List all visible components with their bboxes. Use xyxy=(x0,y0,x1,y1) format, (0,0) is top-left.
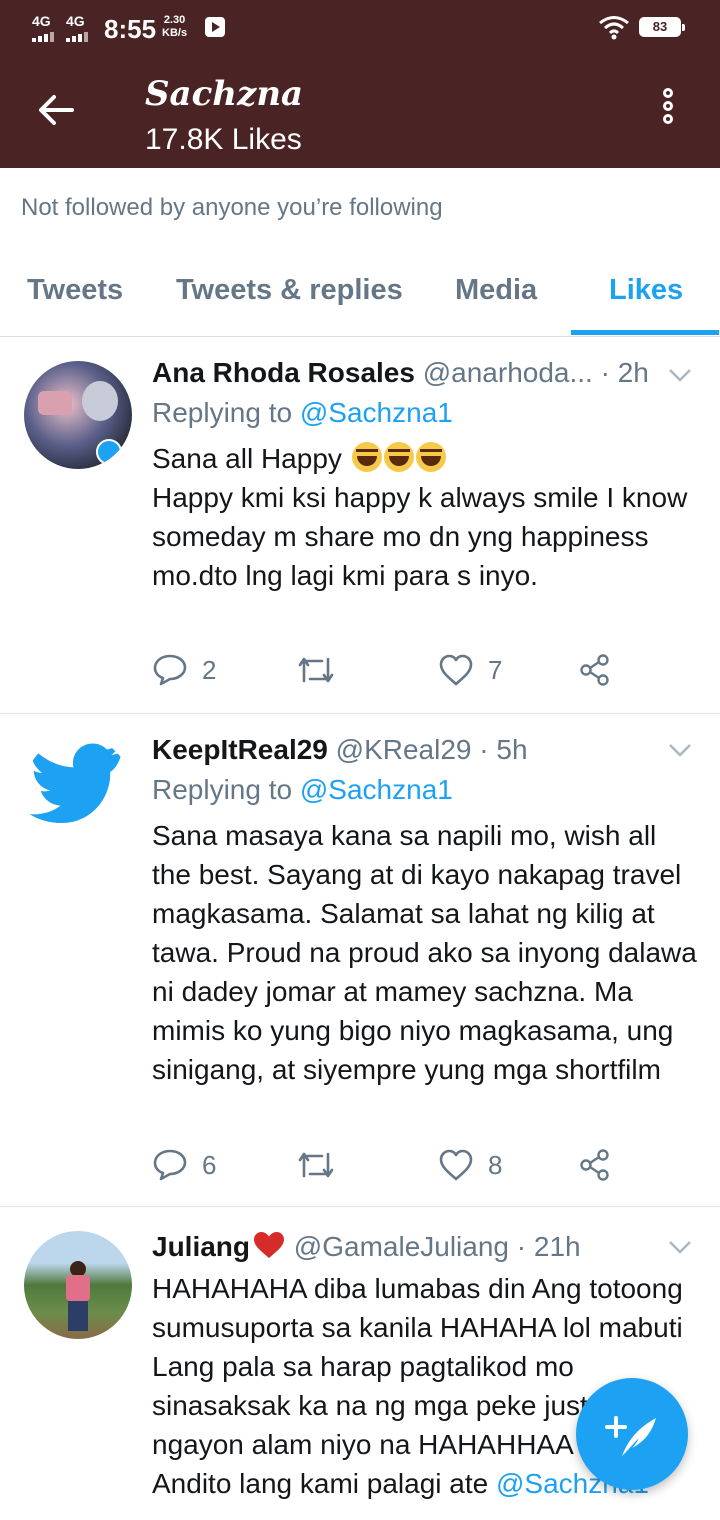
share-icon xyxy=(580,1149,609,1181)
twitter-bird-icon xyxy=(29,743,123,824)
followers-note: Not followed by anyone you’re following xyxy=(21,194,443,221)
tweet-header: Juliang @GamaleJuliang · 21h xyxy=(152,1229,652,1265)
network-speed: 2.30 KB/s xyxy=(162,14,188,39)
chevron-down-icon[interactable] xyxy=(668,742,692,758)
laughing-emoji-icon xyxy=(351,442,382,472)
likes-count: 17.8K Likes xyxy=(145,123,302,156)
play-notification-icon xyxy=(205,17,225,37)
tab-likes[interactable]: Likes xyxy=(609,270,683,310)
laughing-emoji-icon xyxy=(415,442,446,472)
reply-icon xyxy=(153,1149,187,1181)
author-handle-time: @KReal29 · 5h xyxy=(335,734,528,765)
tweet-header: KeepItReal29 @KReal29 · 5h xyxy=(152,732,652,768)
author-handle-time: @GamaleJuliang · 21h xyxy=(293,1231,581,1262)
battery-icon: 83 xyxy=(639,17,685,37)
wifi-icon xyxy=(599,16,629,40)
active-tab-indicator xyxy=(571,330,719,335)
profile-tabs: Tweets Tweets & replies Media Likes xyxy=(0,252,720,337)
more-vertical-icon[interactable] xyxy=(654,88,682,138)
tweet[interactable]: Ana Rhoda Rosales @anarhoda... · 2h Repl… xyxy=(0,337,720,714)
replying-to: Replying to @Sachzna1 xyxy=(152,774,453,805)
compose-icon xyxy=(605,1416,656,1456)
chevron-down-icon[interactable] xyxy=(668,1239,692,1255)
tweet-actions: 2 7 xyxy=(152,651,622,691)
author-name[interactable]: Ana Rhoda Rosales xyxy=(152,357,415,388)
mention-link[interactable]: @Sachzna1 xyxy=(300,774,453,805)
status-bar: 4G 4G 8:55 2.30 KB/s 83 xyxy=(0,0,720,56)
tab-tweets[interactable]: Tweets xyxy=(27,270,123,310)
compose-button[interactable] xyxy=(576,1378,688,1490)
clock: 8:55 xyxy=(104,14,157,44)
back-arrow-icon[interactable] xyxy=(36,90,76,130)
signal-2-indicator: 4G xyxy=(66,14,90,42)
replying-to: Replying to @Sachzna1 xyxy=(152,397,453,428)
avatar[interactable] xyxy=(24,1231,132,1339)
like-icon xyxy=(439,1149,473,1181)
profile-name: Sachzna xyxy=(145,74,304,114)
tweet-actions: 6 8 xyxy=(152,1146,622,1186)
author-handle-time: @anarhoda... · 2h xyxy=(422,357,649,388)
like-icon xyxy=(439,654,473,686)
heart-emoji-icon xyxy=(254,1232,285,1258)
retweet-icon xyxy=(298,657,334,683)
author-name[interactable]: Juliang xyxy=(152,1231,286,1262)
tweet[interactable]: KeepItReal29 @KReal29 · 5h Replying to @… xyxy=(0,714,720,1207)
tab-tweets-and-replies[interactable]: Tweets & replies xyxy=(176,270,403,310)
retweet-icon xyxy=(298,1152,334,1178)
author-name[interactable]: KeepItReal29 xyxy=(152,734,328,765)
app-header: 4G 4G 8:55 2.30 KB/s 83 Sachzna 17.8K Li… xyxy=(0,0,720,168)
signal-1-indicator: 4G xyxy=(32,14,56,42)
reply-icon xyxy=(153,654,187,686)
tab-media[interactable]: Media xyxy=(455,270,537,310)
share-icon xyxy=(580,654,609,686)
tweet-text: Sana masaya kana sa napili mo, wish all … xyxy=(152,820,697,1085)
tweet-header: Ana Rhoda Rosales @anarhoda... · 2h xyxy=(152,355,652,391)
chevron-down-icon[interactable] xyxy=(668,367,692,383)
avatar[interactable] xyxy=(24,736,132,844)
mention-link[interactable]: @Sachzna1 xyxy=(300,397,453,428)
avatar[interactable] xyxy=(24,361,132,469)
laughing-emoji-icon xyxy=(383,442,414,472)
tweet-text: Sana all Happy Happy kmi ksi happy k alw… xyxy=(152,442,688,591)
